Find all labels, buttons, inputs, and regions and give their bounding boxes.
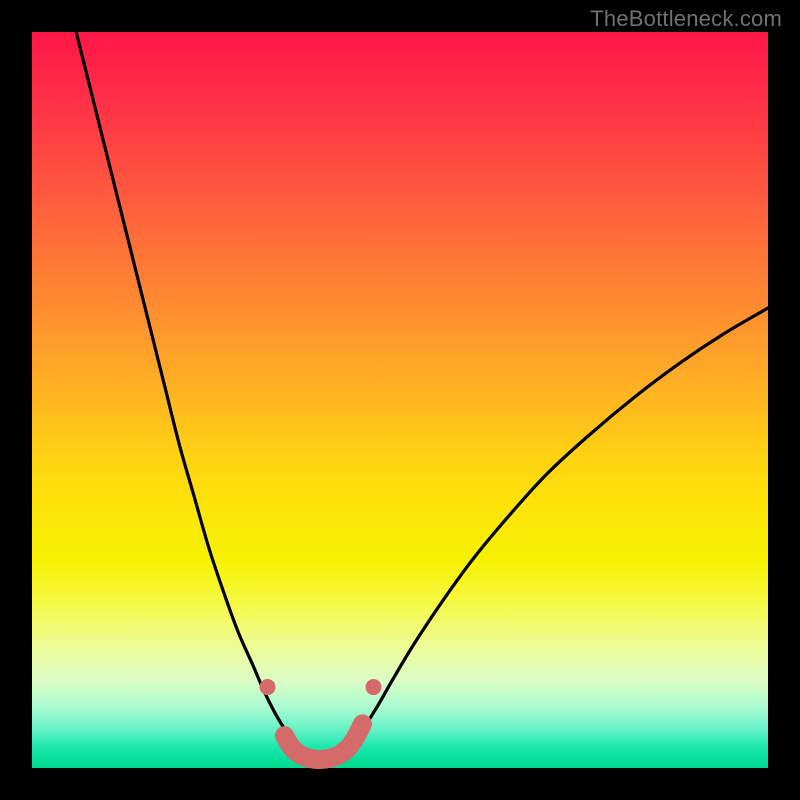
- curve-layer: [32, 32, 768, 768]
- marker-dot-1: [366, 679, 382, 695]
- chart-frame: TheBottleneck.com: [0, 0, 800, 800]
- series-valley-marker: [284, 724, 362, 760]
- series-right-curve: [352, 308, 768, 746]
- watermark-text: TheBottleneck.com: [590, 6, 782, 32]
- marker-dot-0: [260, 679, 276, 695]
- series-left-curve: [76, 32, 295, 746]
- plot-area: [32, 32, 768, 768]
